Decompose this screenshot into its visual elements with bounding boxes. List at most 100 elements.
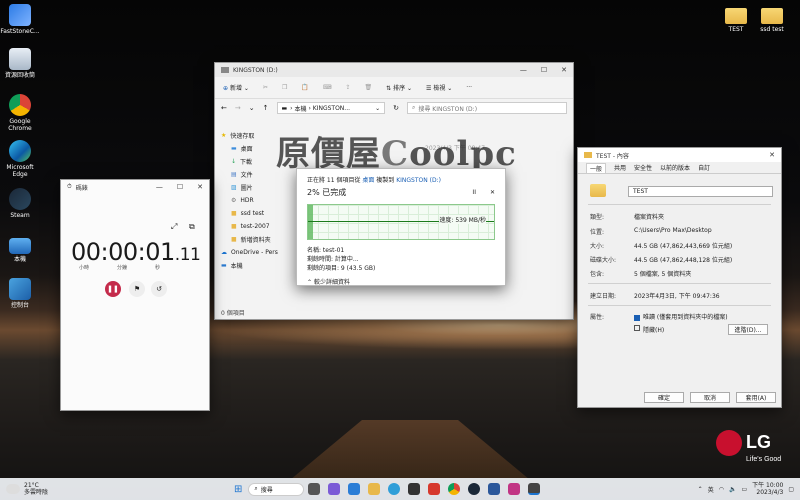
sidebar-item-this-pc[interactable]: ▬ 本機 (221, 259, 289, 272)
share-icon[interactable]: ⇪ (345, 84, 350, 91)
clock-taskbar-icon[interactable] (528, 483, 541, 495)
maximize-icon[interactable]: ☐ (177, 183, 183, 191)
more-icon[interactable]: ··· (466, 84, 472, 91)
tab-general[interactable]: 一般 (586, 162, 607, 173)
desktop-icon-ssd-test-folder[interactable]: ssd test (752, 4, 792, 33)
folder-name-field[interactable]: TEST (628, 186, 773, 197)
desktop-icon-control-panel[interactable]: 控制台 (0, 278, 40, 309)
breadcrumb-pc[interactable]: 本機 (295, 104, 307, 113)
percent-complete: 2% 已完成 (307, 188, 347, 197)
widgets-icon[interactable] (348, 483, 361, 495)
maximize-icon[interactable]: ☐ (541, 66, 547, 74)
expand-icon[interactable]: ⤢ (171, 222, 177, 232)
weather-widget[interactable]: 21°C 多雲時陰 (6, 482, 48, 496)
prop-type: 類型: 檔案資料夾 (590, 214, 665, 221)
steam-taskbar-icon[interactable] (468, 483, 481, 495)
desktop-icon-steam[interactable]: Steam (0, 188, 40, 219)
sidebar-item-ssd-test[interactable]: ■ ssd test (221, 207, 289, 220)
desktop-icon-this-pc[interactable]: 本機 (0, 234, 40, 263)
desktop-icon-recycle-bin[interactable]: 資源回收筒 (0, 48, 40, 79)
media-icon[interactable] (428, 483, 441, 495)
copy-icon[interactable]: ❐ (282, 84, 287, 91)
view-button[interactable]: ☰ 檢視 ⌄ (426, 83, 452, 92)
desktop-icon-test-folder[interactable]: TEST (716, 4, 756, 33)
sort-button[interactable]: ⇅ 排序 ⌄ (386, 83, 412, 92)
wallpaper-pier (290, 420, 530, 480)
chevron-down-icon[interactable]: ⌄ (375, 105, 380, 112)
desktop-icon-chrome[interactable]: Google Chrome (0, 94, 40, 132)
rename-icon[interactable]: ⌨ (323, 84, 332, 91)
tab-customize[interactable]: 自訂 (698, 163, 710, 172)
explorer-toolbar: ⊕ 新增 ⌄ ✂ ❐ 📋 ⌨ ⇪ 🗑 ⇅ 排序 ⌄ ☰ 檢視 ⌄ ··· (215, 77, 573, 99)
taskbar-search[interactable]: ⌕ 搜尋 (248, 482, 305, 496)
address-bar[interactable]: ▬ › 本機 › KINGSTON... ⌄ (276, 102, 386, 114)
apply-button[interactable]: 套用(A) (736, 392, 776, 403)
advanced-button[interactable]: 進階(D)... (728, 324, 768, 335)
volume-icon[interactable]: 🔈 (729, 486, 736, 493)
sidebar-item-onedrive[interactable]: ☁ OneDrive - Pers (221, 246, 289, 259)
wifi-icon[interactable]: ◠ (719, 486, 724, 493)
paste-icon[interactable]: 📋 (301, 84, 308, 91)
sidebar-item-new-folder[interactable]: ■ 新増資料夾 (221, 233, 289, 246)
cancel-copy-button[interactable]: ✕ (490, 189, 495, 196)
remaining-time: 剩餘時間: 計算中... (307, 256, 359, 263)
word-icon[interactable] (488, 483, 501, 495)
tab-sharing[interactable]: 共用 (614, 163, 626, 172)
minimize-icon[interactable]: — (520, 66, 527, 74)
clock[interactable]: 下午 10:00 2023/4/3 (752, 482, 783, 496)
folder-icon: ■ (231, 223, 237, 230)
sidebar-item-pictures[interactable]: ▨ 圖片 (221, 181, 289, 194)
notification-icon[interactable]: ▢ (788, 486, 794, 493)
breadcrumb-drive[interactable]: KINGSTON... (313, 105, 350, 112)
search-input[interactable]: ⌕ 搜尋 KINGSTON (D:) (407, 102, 567, 114)
lap-button[interactable]: ⚑ (129, 281, 145, 297)
task-view-icon[interactable] (308, 483, 321, 495)
recent-icon[interactable]: ⌄ (249, 104, 255, 112)
battery-icon[interactable]: ▭ (741, 486, 747, 493)
photos-icon[interactable] (508, 483, 521, 495)
taskbar: 21°C 多雲時陰 ⊞ ⌕ 搜尋 ⌃ 英 ◠ 🔈 ▭ 下午 10:00 2023… (0, 478, 800, 500)
close-icon[interactable]: ✕ (197, 183, 203, 191)
back-icon[interactable]: ← (221, 104, 227, 112)
destination-link[interactable]: KINGSTON (D:) (396, 177, 441, 184)
cut-icon[interactable]: ✂ (263, 84, 268, 91)
sidebar-item-hdr[interactable]: ⚙ HDR (221, 194, 289, 207)
cancel-button[interactable]: 取消 (690, 392, 730, 403)
close-icon[interactable]: ✕ (769, 151, 775, 159)
pause-button[interactable]: II (472, 189, 476, 196)
source-link[interactable]: 桌面 (362, 177, 374, 184)
refresh-icon[interactable]: ↻ (393, 104, 399, 112)
properties-titlebar[interactable]: TEST - 內容 ✕ (578, 148, 781, 162)
forward-icon[interactable]: → (235, 104, 241, 112)
edge-taskbar-icon[interactable] (388, 483, 401, 495)
close-icon[interactable]: ✕ (561, 66, 567, 74)
keep-on-top-icon[interactable]: ⧉ (189, 222, 195, 232)
desktop-icon-faststone[interactable]: FastStoneC... (0, 4, 40, 35)
reset-button[interactable]: ↺ (151, 281, 167, 297)
up-icon[interactable]: ↑ (263, 104, 269, 112)
cloud-icon: ☁ (221, 249, 227, 256)
pause-stopwatch-button[interactable]: ❚❚ (105, 281, 121, 297)
store-icon[interactable] (408, 483, 421, 495)
chrome-taskbar-icon[interactable] (448, 483, 461, 495)
hdr-icon: ⚙ (231, 197, 237, 204)
file-explorer-icon[interactable] (368, 483, 381, 495)
tab-security[interactable]: 安全性 (634, 163, 652, 172)
start-button[interactable]: ⊞ (234, 484, 242, 495)
less-details-button[interactable]: ⌃ 較少詳細資料 (307, 277, 495, 286)
tab-previous-versions[interactable]: 以前的版本 (660, 163, 690, 172)
explorer-titlebar[interactable]: KINGSTON (D:) — ☐ ✕ (215, 63, 573, 77)
readonly-checkbox[interactable]: 唯讀 (僅套用到資料夾中的檔案) (634, 312, 728, 321)
delete-icon[interactable]: 🗑 (365, 84, 373, 91)
stopwatch-titlebar[interactable]: ⏱ 碼錶 — ☐ ✕ (61, 180, 209, 194)
minimize-icon[interactable]: — (156, 183, 163, 191)
language-indicator[interactable]: 英 (708, 485, 714, 494)
chevron-up-icon[interactable]: ⌃ (698, 486, 703, 493)
chrome-icon (9, 94, 31, 116)
chat-icon[interactable] (328, 483, 341, 495)
hidden-checkbox[interactable]: 隱藏(H) (634, 325, 664, 334)
ok-button[interactable]: 確定 (644, 392, 684, 403)
new-button[interactable]: ⊕ 新增 ⌄ (223, 83, 249, 92)
desktop-icon-edge[interactable]: Microsoft Edge (0, 140, 40, 178)
sidebar-item-test-2007[interactable]: ■ test-2007 (221, 220, 289, 233)
